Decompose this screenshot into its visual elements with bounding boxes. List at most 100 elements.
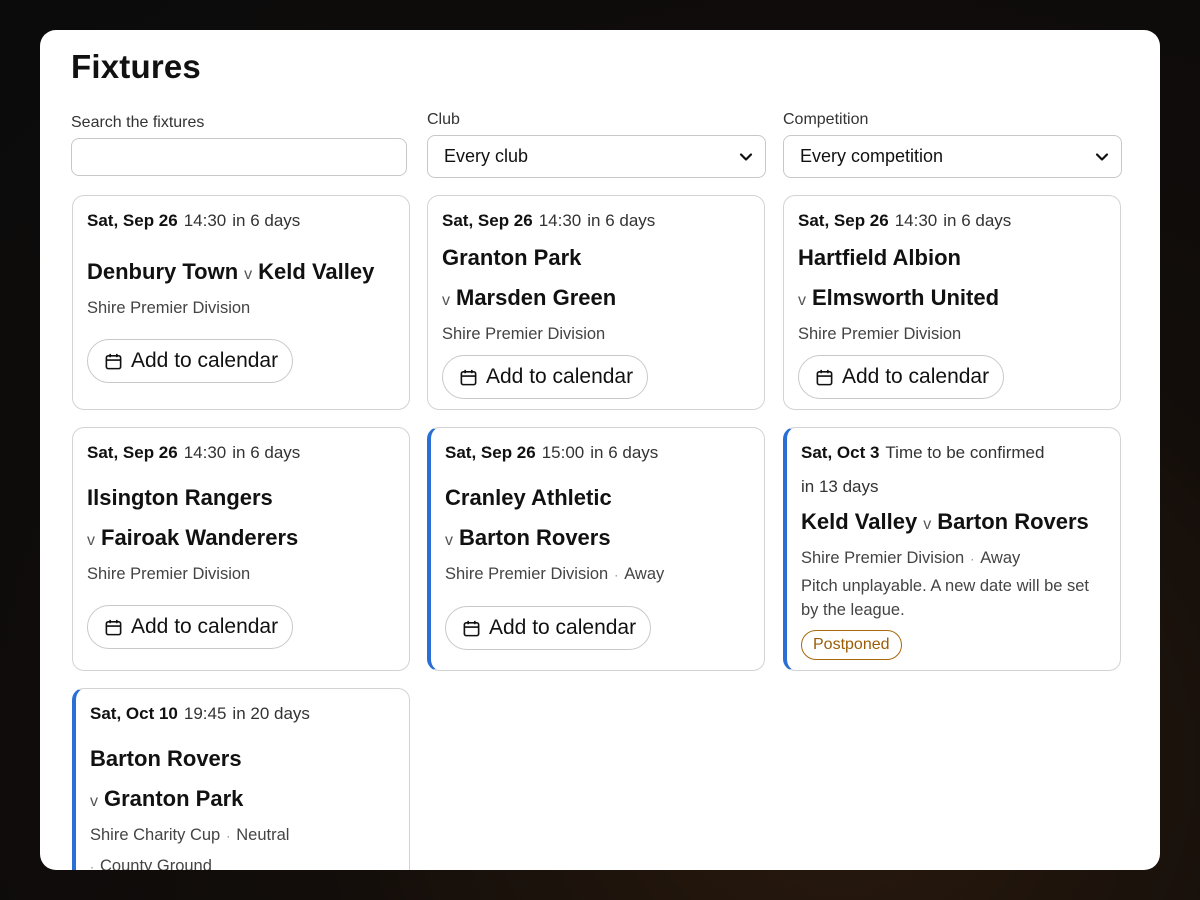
fixture-competition: Shire Premier Division	[87, 299, 251, 317]
home-team: Denbury Town	[87, 259, 239, 284]
search-input[interactable]	[71, 138, 407, 176]
fixture-teams: Keld Valley v Barton Rovers	[801, 502, 1106, 545]
fixture-card: Sat, Oct 3 Time to be confirmed in 13 day…	[783, 427, 1121, 671]
away-team: Keld Valley	[258, 259, 375, 284]
fixture-card: Sat, Sep 26 14:30 in 6 days Hartfield Albi…	[783, 195, 1121, 410]
status-badge: Postponed	[801, 630, 902, 660]
fixture-meta: Sat, Sep 26 14:30 in 6 days	[798, 210, 1106, 232]
away-team: Barton Rovers	[937, 509, 1089, 534]
fixture-time: 14:30	[538, 211, 582, 230]
fixture-date: Sat, Sep 26	[87, 443, 178, 462]
home-team: Granton Park	[442, 245, 582, 270]
calendar-icon	[816, 369, 833, 385]
fixture-competition: Shire Premier Division · Away	[445, 561, 750, 588]
fixture-meta: Sat, Oct 3 Time to be confirmed	[801, 442, 1106, 464]
competition-select-value: Every competition	[800, 146, 944, 166]
club-select[interactable]: Every club	[427, 135, 766, 178]
away-team: Marsden Green	[456, 285, 617, 310]
home-team: Cranley Athletic	[445, 485, 612, 510]
competition-name: Shire Charity Cup	[90, 826, 221, 844]
fixture-teams: Hartfield Albion v Elmsworth United	[798, 238, 1106, 321]
fixture-date: Sat, Oct 10	[90, 704, 178, 723]
competition-name: Shire Premier Division	[445, 565, 609, 583]
fixture-venue-row: · County Ground	[90, 853, 395, 870]
fixture-relative-time: in 6 days	[232, 211, 301, 230]
versus-label: v	[244, 266, 253, 283]
fixture-teams: Barton Rovers v Granton Park	[90, 739, 395, 822]
fixture-date: Sat, Sep 26	[798, 211, 889, 230]
separator-dot: ·	[226, 829, 231, 843]
club-select-value: Every club	[444, 146, 529, 166]
fixture-teams: Granton Park v Marsden Green	[442, 238, 750, 321]
calendar-icon	[460, 369, 477, 385]
fixture-card: Sat, Sep 26 15:00 in 6 days Cranley Athlet…	[427, 427, 765, 671]
versus-label: v	[923, 516, 932, 533]
fixture-meta: Sat, Sep 26 15:00 in 6 days	[445, 442, 750, 464]
add-to-calendar-button[interactable]: Add to calendar	[442, 355, 649, 399]
home-team: Keld Valley	[801, 509, 918, 534]
fixture-relative-time: in 6 days	[232, 443, 301, 462]
fixture-relative-time: in 13 days	[801, 477, 879, 496]
versus-label: v	[442, 292, 450, 309]
fixture-date: Sat, Sep 26	[442, 211, 533, 230]
fixture-time: 14:30	[894, 211, 938, 230]
separator-dot: ·	[614, 568, 619, 582]
fixture-relative-time-row: in 13 days	[801, 476, 1106, 498]
fixture-date: Sat, Oct 3	[801, 443, 880, 462]
away-team: Granton Park	[104, 786, 244, 811]
away-team: Fairoak Wanderers	[101, 525, 299, 550]
versus-label: v	[798, 292, 806, 309]
separator-dot: ·	[90, 860, 94, 870]
fixture-relative-time: in 6 days	[587, 211, 656, 230]
versus-label: v	[445, 532, 453, 549]
fixture-relative-time: in 6 days	[943, 211, 1012, 230]
page-title: Fixtures	[71, 48, 201, 85]
fixture-card: Sat, Oct 10 19:45 in 20 days Barton Rovers…	[72, 688, 410, 870]
fixture-card: Sat, Sep 26 14:30 in 6 days Granton Park v…	[427, 195, 765, 410]
fixture-relative-time: in 6 days	[590, 443, 659, 462]
fixture-teams: Denbury Town v Keld Valley	[87, 252, 395, 295]
fixture-relative-time: in 20 days	[232, 704, 310, 723]
home-team: Ilsington Rangers	[87, 485, 273, 510]
search-label: Search the fixtures	[71, 114, 205, 131]
competition-name: Shire Premier Division	[801, 549, 965, 567]
fixture-time: 14:30	[183, 211, 227, 230]
venue-name: County Ground	[100, 857, 212, 870]
home-team: Barton Rovers	[90, 746, 242, 771]
fixture-card: Sat, Sep 26 14:30 in 6 days Denbury Town v K…	[72, 195, 410, 410]
add-to-calendar-button[interactable]: Add to calendar	[798, 355, 1005, 399]
fixture-competition: Shire Charity Cup · Neutral	[90, 822, 395, 849]
add-to-calendar-label: Add to calendar	[131, 615, 279, 638]
chevron-down-icon	[1095, 152, 1109, 161]
add-to-calendar-button[interactable]: Add to calendar	[445, 606, 652, 650]
versus-label: v	[87, 532, 95, 549]
chevron-down-icon	[739, 152, 753, 161]
add-to-calendar-button[interactable]: Add to calendar	[87, 339, 294, 383]
calendar-icon	[105, 619, 122, 635]
fixture-competition: Shire Premier Division	[798, 325, 962, 343]
fixture-meta: Sat, Oct 10 19:45 in 20 days	[90, 703, 395, 725]
venue-type: Away	[980, 549, 1021, 567]
venue-type: Neutral	[236, 826, 290, 844]
fixture-meta: Sat, Sep 26 14:30 in 6 days	[442, 210, 750, 232]
fixture-time: Time to be confirmed	[885, 443, 1045, 462]
add-to-calendar-label: Add to calendar	[131, 349, 279, 372]
add-to-calendar-label: Add to calendar	[486, 365, 634, 388]
fixture-time: 19:45	[183, 704, 227, 723]
fixture-teams: Ilsington Rangers v Fairoak Wanderers	[87, 478, 395, 561]
add-to-calendar-button[interactable]: Add to calendar	[87, 605, 294, 649]
competition-select[interactable]: Every competition	[783, 135, 1122, 178]
separator-dot: ·	[970, 552, 975, 566]
club-label: Club	[427, 111, 460, 128]
fixture-time: 15:00	[541, 443, 585, 462]
venue-type: Away	[624, 565, 665, 583]
calendar-icon	[463, 620, 480, 636]
away-team: Barton Rovers	[459, 525, 611, 550]
add-to-calendar-label: Add to calendar	[842, 365, 990, 388]
fixture-note: Pitch unplayable. A new date will be set…	[801, 577, 1090, 619]
fixture-time: 14:30	[183, 443, 227, 462]
calendar-icon	[105, 353, 122, 369]
fixture-date: Sat, Sep 26	[445, 443, 536, 462]
fixture-teams: Cranley Athletic v Barton Rovers	[445, 478, 750, 561]
fixture-card: Sat, Sep 26 14:30 in 6 days Ilsington Rang…	[72, 427, 410, 671]
